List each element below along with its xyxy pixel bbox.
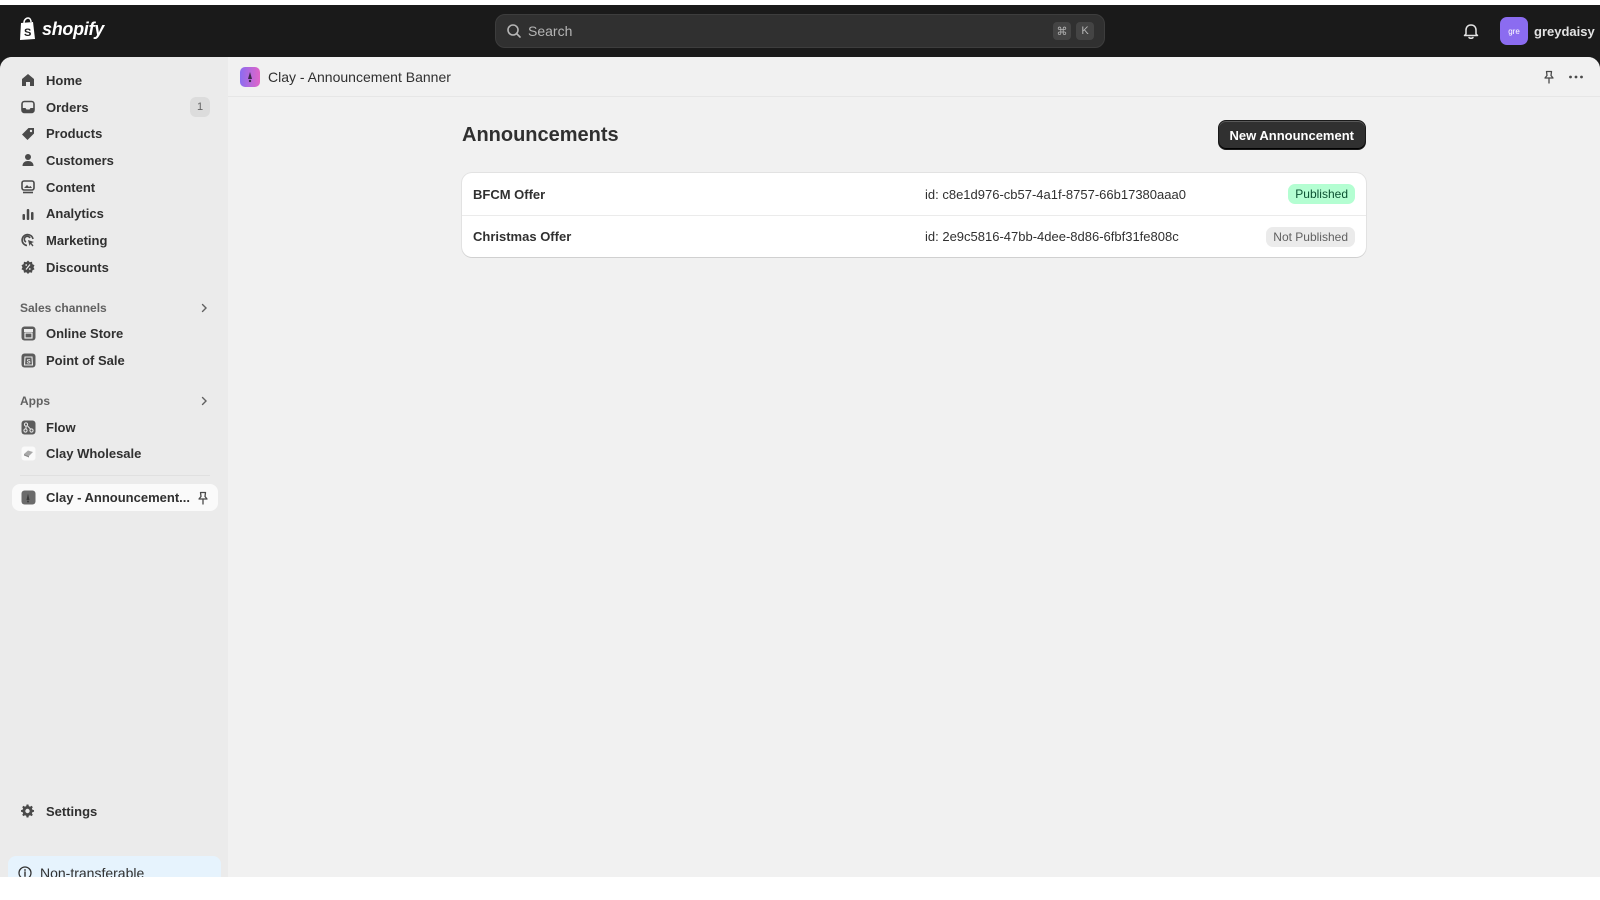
search-bar[interactable]: ⌘ K: [495, 14, 1105, 48]
more-actions-icon[interactable]: [1568, 70, 1584, 84]
sidebar-item-label: Products: [46, 126, 103, 142]
sidebar-item-label: Discounts: [46, 259, 109, 275]
sidebar-item-marketing[interactable]: Marketing: [12, 227, 218, 254]
info-icon: [18, 866, 32, 877]
pin-icon[interactable]: [196, 491, 210, 505]
sidebar-item-products[interactable]: Products: [12, 120, 218, 147]
svg-text:S: S: [26, 360, 30, 366]
sidebar-divider: [20, 475, 210, 477]
section-heading-label: Apps: [20, 393, 50, 408]
flow-icon: [20, 419, 36, 435]
search-input[interactable]: [528, 23, 1048, 39]
svg-text:S: S: [24, 27, 31, 39]
home-icon: [20, 72, 36, 88]
sidebar-item-home[interactable]: Home: [12, 67, 218, 94]
sidebar-item-discounts[interactable]: Discounts: [12, 254, 218, 281]
pin-icon[interactable]: [1542, 70, 1556, 84]
non-transferable-label: Non-transferable: [40, 865, 145, 877]
orders-icon: [20, 99, 36, 115]
content-icon: [20, 179, 36, 195]
shortcut-key-cmd: ⌘: [1053, 22, 1071, 40]
pos-icon: S: [20, 353, 36, 369]
section-heading-label: Sales channels: [20, 300, 107, 315]
sidebar-item-settings[interactable]: Settings: [12, 798, 218, 825]
sidebar-item-label: Analytics: [46, 206, 104, 222]
chevron-right-icon: [201, 303, 207, 312]
app-frame: S shopify ⌘ K gre greydaisy: [0, 5, 1600, 877]
new-announcement-button[interactable]: New Announcement: [1217, 120, 1366, 150]
sidebar-item-label: Online Store: [46, 326, 124, 342]
settings-nav: Settings: [12, 798, 218, 825]
sidebar-item-label: Marketing: [46, 232, 108, 248]
app-logo-icon: [240, 66, 260, 87]
page-title: Announcements: [462, 123, 619, 146]
discount-icon: [20, 259, 36, 275]
apps-heading[interactable]: Apps: [12, 388, 218, 414]
search-icon: [507, 24, 521, 38]
sidebar-item-customers[interactable]: Customers: [12, 147, 218, 174]
shortcut-key-k: K: [1076, 22, 1094, 40]
sidebar-item-label: Settings: [46, 803, 98, 819]
main-content: Clay - Announcement Banner Announcements…: [228, 57, 1600, 877]
top-bar: S shopify ⌘ K gre greydaisy: [0, 5, 1600, 57]
avatar: gre: [1500, 17, 1528, 45]
list-item[interactable]: Christmas Offer id: 2e9c5816-47bb-4dee-8…: [462, 215, 1366, 257]
announcement-name: Christmas Offer: [473, 229, 572, 244]
announcement-id: id: c8e1d976-cb57-4a1f-8757-66b17380aaa0: [925, 186, 1186, 202]
status-badge: Published: [1288, 184, 1355, 204]
shopify-logo[interactable]: S shopify: [18, 17, 104, 41]
sidebar-item-label: Customers: [46, 152, 114, 168]
target-icon: [20, 232, 36, 248]
page-header: Announcements New Announcement: [462, 119, 1366, 151]
store-icon: [20, 326, 36, 342]
sidebar-item-content[interactable]: Content: [12, 174, 218, 201]
orders-count-badge: 1: [190, 97, 210, 118]
clay-announcement-icon: [20, 490, 36, 506]
sidebar-item-online-store[interactable]: Online Store: [12, 321, 218, 348]
sidebar-item-orders[interactable]: Orders 1: [12, 94, 218, 121]
sidebar-item-point-of-sale[interactable]: S Point of Sale: [12, 347, 218, 374]
sidebar-item-label: Home: [46, 72, 83, 88]
sales-channels-heading[interactable]: Sales channels: [12, 295, 218, 321]
sidebar-item-flow[interactable]: Flow: [12, 414, 218, 441]
sidebar: Home Orders 1 Products Customers Content…: [0, 57, 228, 877]
announcement-id: id: 2e9c5816-47bb-4dee-8d86-6fbf31fe808c: [925, 229, 1179, 244]
sidebar-item-label: Orders: [46, 99, 89, 115]
sidebar-nav: Home Orders 1 Products Customers Content…: [12, 67, 218, 511]
bell-icon[interactable]: [1462, 22, 1480, 40]
tag-icon: [20, 126, 36, 142]
chevron-right-icon: [201, 396, 207, 406]
sidebar-item-label: Content: [46, 179, 96, 195]
user-menu[interactable]: gre greydaisy: [1500, 17, 1595, 45]
gear-icon: [20, 803, 36, 819]
bar-chart-icon: [20, 206, 36, 222]
person-icon: [20, 152, 36, 168]
list-item[interactable]: BFCM Offer id: c8e1d976-cb57-4a1f-8757-6…: [462, 173, 1366, 215]
sidebar-item-clay-announcement[interactable]: Clay - Announcement...: [12, 484, 218, 511]
non-transferable-notice[interactable]: Non-transferable: [8, 856, 221, 877]
username: greydaisy: [1534, 23, 1595, 39]
app-header: Clay - Announcement Banner: [228, 57, 1600, 97]
admin-shell: Home Orders 1 Products Customers Content…: [0, 57, 1600, 877]
app-title: Clay - Announcement Banner: [268, 68, 451, 85]
announcement-name: BFCM Offer: [473, 186, 546, 202]
sidebar-item-label: Clay - Announcement...: [46, 490, 190, 506]
sidebar-item-label: Point of Sale: [46, 353, 125, 369]
status-badge: Not Published: [1266, 226, 1355, 247]
shopify-bag-icon: S: [20, 17, 35, 40]
sidebar-item-label: Flow: [46, 419, 76, 435]
announcements-page: Announcements New Announcement BFCM Offe…: [462, 119, 1366, 257]
sidebar-item-clay-wholesale[interactable]: Clay Wholesale: [12, 441, 218, 468]
brand-name: shopify: [42, 18, 104, 39]
announcements-list: BFCM Offer id: c8e1d976-cb57-4a1f-8757-6…: [462, 173, 1366, 257]
sidebar-item-analytics[interactable]: Analytics: [12, 200, 218, 227]
sidebar-item-label: Clay Wholesale: [46, 446, 142, 462]
clay-wholesale-icon: [20, 446, 36, 462]
